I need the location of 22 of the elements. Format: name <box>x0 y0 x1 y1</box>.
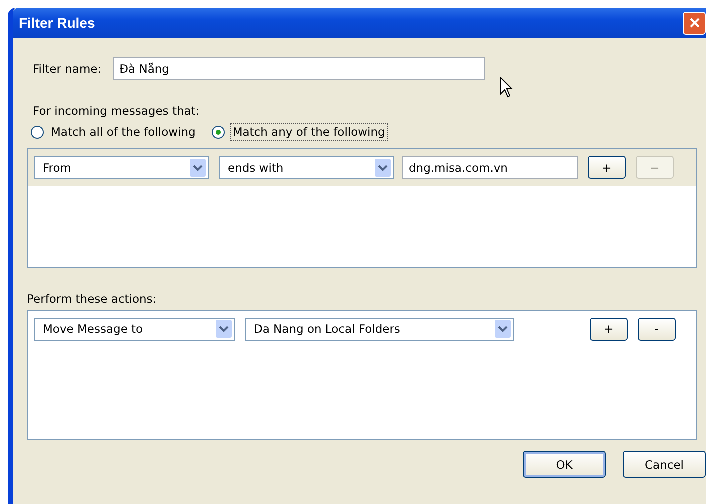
filter-name-field[interactable]: Đà Nẵng <box>112 57 485 80</box>
dropdown[interactable]: Da Nang on Local Folders <box>245 318 514 340</box>
value-field[interactable]: dng.misa.com.vn <box>402 156 578 179</box>
radio-label[interactable]: Match any of the following <box>230 123 388 141</box>
add-button[interactable]: + <box>588 156 626 179</box>
radio-button[interactable] <box>31 126 44 138</box>
radio-button[interactable] <box>212 126 225 138</box>
add-button[interactable]: + <box>590 318 628 340</box>
ok-button[interactable]: OK <box>523 451 606 478</box>
dropdown[interactable]: Move Message to <box>34 318 235 340</box>
dropdown[interactable]: ends with <box>219 156 394 179</box>
mouse-pointer-icon <box>500 77 514 99</box>
section-label: Perform these actions: <box>27 292 158 306</box>
section-label: For incoming messages that: <box>32 104 201 118</box>
remove-button[interactable]: - <box>638 318 676 340</box>
close-button[interactable] <box>683 12 706 34</box>
window-title: Filter Rules <box>18 15 96 31</box>
close-icon[interactable] <box>690 18 700 28</box>
field-label: Filter name: <box>33 62 102 76</box>
radio-label[interactable]: Match all of the following <box>49 124 198 140</box>
cancel-button[interactable]: Cancel <box>623 451 706 478</box>
dropdown[interactable]: From <box>34 156 209 179</box>
